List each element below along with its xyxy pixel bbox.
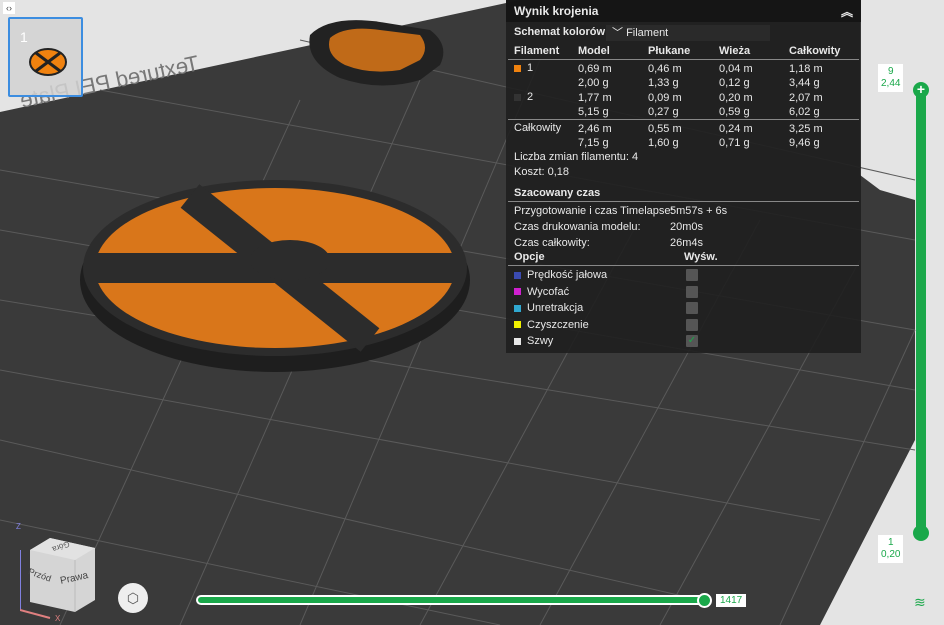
- move-slider-track[interactable]: [196, 595, 710, 605]
- option-item: Unretrakcja: [514, 302, 583, 314]
- column-header: Model: [578, 45, 610, 57]
- filament-color-swatch: [514, 64, 521, 72]
- plate-index: 1: [20, 29, 28, 45]
- time-value: 26m4s: [670, 237, 704, 249]
- top-layer-handle[interactable]: +: [913, 82, 929, 98]
- round-model: [80, 180, 470, 372]
- option-visibility-checkbox[interactable]: [686, 302, 698, 314]
- collapse-sidebar-button[interactable]: ‹›: [3, 2, 15, 14]
- color-scheme-dropdown[interactable]: ﹀ Filament: [606, 25, 770, 41]
- filament-total-cell: 2,07 m 6,02 g: [789, 92, 823, 118]
- reset-view-button[interactable]: ⬡: [118, 583, 148, 613]
- time-label: Czas całkowity:: [514, 237, 590, 249]
- option-item: Czyszczenie: [514, 319, 589, 331]
- filament-flush-cell: 0,09 m 0,27 g: [648, 92, 682, 118]
- filament-model-cell: 1,77 m 5,15 g: [578, 92, 612, 118]
- filament-total-cell: 1,18 m 3,44 g: [789, 63, 823, 89]
- totals-label: Całkowity: [514, 122, 562, 134]
- option-visibility-checkbox[interactable]: ✓: [686, 335, 698, 347]
- totals-tower-cell: 0,24 m 0,71 g: [719, 123, 753, 149]
- option-color-swatch: [514, 288, 521, 296]
- option-color-swatch: [514, 321, 521, 329]
- filament-tower-cell: 0,20 m 0,59 g: [719, 92, 753, 118]
- color-scheme-label: Schemat kolorów: [514, 26, 606, 38]
- time-label: Czas drukowania modelu:: [514, 221, 641, 233]
- time-label: Przygotowanie i czas Timelapse:: [514, 205, 674, 217]
- totals-flush-cell: 0,55 m 1,60 g: [648, 123, 682, 149]
- filament-tower-cell: 0,04 m 0,12 g: [719, 63, 753, 89]
- filament-model-cell: 0,69 m 2,00 g: [578, 63, 612, 89]
- filament-row-label: 1: [514, 62, 533, 74]
- collapse-panel-icon[interactable]: ︽: [841, 3, 853, 20]
- column-header: Filament: [514, 45, 560, 57]
- column-header: Płukane: [648, 45, 691, 57]
- slice-result-panel: Wynik krojenia ︽ Schemat kolorów ﹀ Filame…: [506, 0, 861, 353]
- top-layer-label: 9 2,44: [878, 64, 904, 92]
- option-item: Szwy: [514, 335, 553, 347]
- color-scheme-value: Filament: [626, 27, 669, 39]
- totals-total-cell: 3,25 m 9,46 g: [789, 123, 823, 149]
- cost: Koszt: 0,18: [514, 166, 570, 178]
- column-header: Całkowity: [789, 45, 841, 57]
- time-value: 5m57s + 6s: [670, 205, 728, 217]
- option-color-swatch: [514, 271, 521, 279]
- column-header: Wieża: [719, 45, 751, 57]
- filament-flush-cell: 0,46 m 1,33 g: [648, 63, 682, 89]
- plate-thumbnail[interactable]: 1: [8, 17, 83, 97]
- option-item: Wycofać: [514, 286, 569, 298]
- option-visibility-checkbox[interactable]: [686, 269, 698, 281]
- filament-changes: Liczba zmian filamentu: 4: [514, 151, 639, 163]
- filament-row-label: 2: [514, 91, 533, 103]
- option-color-swatch: [514, 337, 521, 345]
- move-slider-value: 1417: [716, 594, 747, 607]
- layer-slider-track[interactable]: [916, 88, 926, 534]
- option-item: Prędkość jałowa: [514, 269, 607, 281]
- plate-preview-icon: [29, 48, 67, 76]
- layers-icon[interactable]: ≋: [914, 594, 926, 611]
- move-slider-handle[interactable]: [697, 593, 712, 608]
- option-color-swatch: [514, 304, 521, 312]
- view-cube[interactable]: Góra Przód Prawa Z X: [16, 522, 100, 623]
- z-axis-label: Z: [16, 522, 21, 531]
- option-visibility-checkbox[interactable]: [686, 318, 698, 331]
- bottom-layer-handle[interactable]: [913, 525, 929, 541]
- x-axis-label: X: [55, 614, 61, 623]
- filament-color-swatch: [514, 93, 521, 101]
- totals-model-cell: 2,46 m 7,15 g: [578, 123, 612, 149]
- time-value: 20m0s: [670, 221, 704, 233]
- option-visibility-checkbox[interactable]: [686, 285, 698, 298]
- bottom-layer-label: 1 0,20: [878, 535, 904, 563]
- display-title: Wyśw.: [684, 251, 718, 263]
- time-title: Szacowany czas: [514, 187, 601, 199]
- panel-title: Wynik krojenia: [514, 4, 599, 18]
